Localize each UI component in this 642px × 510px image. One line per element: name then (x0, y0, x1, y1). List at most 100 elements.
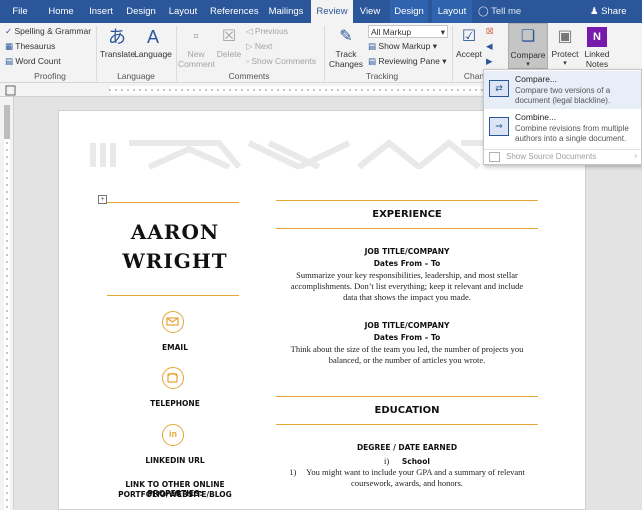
divider (276, 228, 538, 229)
compare-label: Compare (510, 50, 546, 60)
thesaurus-icon: ▦ (5, 41, 14, 52)
next-change-icon: ▶ (486, 56, 493, 66)
new-comment-label: New Comment (178, 49, 215, 69)
tab-table-design[interactable]: Design (390, 0, 428, 23)
previous-change-button[interactable]: ◀ (486, 40, 493, 53)
compare-description: document (legal blackline). (515, 96, 611, 105)
list-number: i) (384, 456, 390, 466)
chevron-down-icon: ▾ (432, 41, 438, 51)
compare-button[interactable]: ❏ Compare ▾ (508, 23, 548, 69)
translate-icon: あ (108, 27, 126, 47)
reviewing-pane-label: Reviewing Pane (378, 56, 440, 66)
protect-label: Protect (551, 49, 579, 59)
language-group-label: Language (117, 71, 155, 81)
linked-notes-label: Linked Notes (584, 49, 610, 69)
tab-review[interactable]: Review (311, 0, 353, 23)
tab-design[interactable]: Design (124, 0, 158, 23)
next-label: Next (254, 41, 273, 51)
next-comment-button[interactable]: ▷ Next (246, 40, 272, 53)
linkedin-label: LINKEDIN URL (145, 456, 205, 465)
divider (276, 424, 538, 425)
show-markup-button[interactable]: ▤ Show Markup ▾ (368, 40, 437, 53)
linkedin-icon: in (162, 424, 184, 446)
tab-home[interactable]: Home (44, 0, 78, 23)
delete-comment-button[interactable]: ☒ Delete (214, 25, 244, 59)
protect-button[interactable]: ▣ Protect ▾ (550, 25, 580, 69)
combine-documents-icon: ⇒ (489, 117, 509, 136)
compare-documents-icon: ⇄ (489, 80, 509, 97)
vertical-ruler[interactable] (0, 97, 14, 510)
tracking-group-label: Tracking (365, 71, 399, 81)
job-description-line: Summarize your key responsibilities, lea… (296, 270, 518, 280)
tab-insert[interactable]: Insert (84, 0, 118, 23)
divider (276, 200, 538, 201)
reject-icon: ☒ (486, 26, 494, 36)
show-markup-label: Show Markup (378, 41, 431, 51)
job-dates: Dates From – To (373, 259, 441, 268)
previous-change-icon: ◀ (486, 41, 493, 51)
telephone-label: TELEPHONE (150, 399, 200, 408)
combine-menu-item[interactable]: ⇒ Combine... Combine revisions from mult… (484, 110, 641, 148)
job-description-line: accomplishments. Don’t list everything; … (290, 281, 524, 291)
tab-references[interactable]: References (210, 0, 259, 23)
show-source-documents-item[interactable]: Show Source Documents › (484, 150, 641, 164)
source-documents-icon (489, 152, 500, 162)
spelling-check-icon: ✓ (5, 26, 13, 37)
previous-comment-button[interactable]: ◁ Previous (246, 25, 288, 38)
language-label: Language (134, 49, 172, 59)
job-description-line: Think about the size of the team you led… (290, 344, 524, 354)
compare-description: Compare two versions of a (515, 86, 611, 95)
language-button[interactable]: A Language (134, 25, 172, 59)
word-count-button[interactable]: ▤ Word Count (5, 55, 61, 68)
tab-layout[interactable]: Layout (166, 0, 200, 23)
divider (107, 202, 239, 203)
email-icon (162, 311, 184, 333)
job-title: JOB TITLE/COMPANY (364, 321, 450, 330)
person-icon: ♟ (590, 6, 599, 17)
show-source-label: Show Source Documents (506, 152, 597, 161)
tell-me-box[interactable]: ◯ Tell me (478, 0, 521, 23)
previous-icon: ◁ (246, 26, 253, 36)
spelling-grammar-button[interactable]: ✓ Spelling & Grammar (5, 25, 91, 38)
compare-menu-item[interactable]: ⇄ Compare... Compare two versions of a d… (484, 71, 641, 109)
compare-title: Compare... (515, 74, 558, 84)
divider (176, 26, 177, 81)
divider (96, 26, 97, 81)
email-label: EMAIL (162, 343, 188, 352)
track-changes-label: Track Changes (328, 49, 364, 69)
delete-label: Delete (216, 49, 242, 59)
track-changes-button[interactable]: ✎ Track Changes (327, 25, 365, 69)
proofing-group-label: Proofing (34, 71, 66, 81)
tab-mailings[interactable]: Mailings (266, 0, 306, 23)
reviewing-pane-icon: ▤ (368, 56, 377, 66)
display-for-review-select[interactable]: All Markup ▾ (368, 25, 448, 38)
thesaurus-button[interactable]: ▦ Thesaurus (5, 40, 55, 53)
thesaurus-label: Thesaurus (15, 41, 56, 51)
reject-button[interactable]: ☒ (486, 25, 494, 38)
table-move-handle-icon[interactable]: + (98, 195, 107, 204)
job-description-line: balanced, or the number of articles you … (328, 355, 486, 365)
accept-button[interactable]: ☑ Accept (454, 25, 484, 59)
tab-view[interactable]: View (356, 0, 384, 23)
show-comments-icon: ▫ (246, 56, 250, 66)
divider (324, 26, 325, 81)
new-comment-button[interactable]: ▫ New Comment (178, 25, 215, 69)
telephone-icon (162, 367, 184, 389)
divider (276, 396, 538, 397)
reviewing-pane-button[interactable]: ▤ Reviewing Pane ▾ (368, 55, 447, 68)
job-title: JOB TITLE/COMPANY (364, 247, 450, 256)
chevron-down-icon: ▾ (442, 56, 447, 66)
combine-description: authors into a single document. (515, 134, 627, 143)
share-button[interactable]: ♟ Share (590, 0, 627, 23)
combine-title: Combine... (515, 112, 557, 122)
tab-file[interactable]: File (6, 0, 34, 23)
document-page[interactable]: + AARON WRIGHT EMAIL TELEPHONE in LINKED… (58, 110, 586, 510)
next-change-button[interactable]: ▶ (486, 55, 493, 68)
show-comments-button[interactable]: ▫ Show Comments (246, 55, 316, 68)
translate-button[interactable]: あ Translate (100, 25, 135, 59)
chevron-down-icon: ▾ (440, 27, 445, 37)
tab-table-layout[interactable]: Layout (432, 0, 472, 23)
linked-notes-button[interactable]: N Linked Notes (582, 25, 612, 69)
vruler-ticks (4, 105, 10, 510)
experience-heading: EXPERIENCE (372, 209, 442, 220)
